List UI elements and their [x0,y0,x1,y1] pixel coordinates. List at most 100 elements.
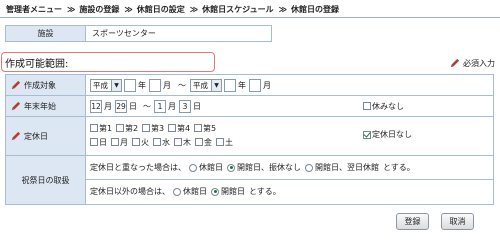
breadcrumb-item-closed-day-schedule[interactable]: 休館日スケジュール [202,4,273,15]
overlap-open-no-sub-option[interactable]: 開館日、振休なし [227,162,301,173]
weekday-sat-checkbox[interactable] [216,138,224,146]
weekday-thu-checkbox[interactable] [174,138,182,146]
month-unit: 月 [104,101,112,111]
closed-day-form: 作成対象 平成▼ 年 月 ～ 平成▼ 年 月 年末年始 12 月 29 日 [5,74,494,205]
breadcrumb-separator: ≫ [124,4,132,14]
tilde: ～ [143,101,151,111]
facility-row: 施設 スポーツセンター [5,25,272,42]
overlap-closed-radio[interactable] [189,163,197,172]
from-month-input[interactable] [149,78,161,92]
to-month-input[interactable] [249,78,261,92]
weekday-wed-option[interactable]: 水 [153,137,174,148]
week-2-option[interactable]: 第2 [116,123,142,134]
week-4-checkbox[interactable] [168,124,176,132]
overlap-open-no-sub-label: 開館日、振休なし [237,163,301,172]
no-closed-day-option[interactable]: 定休日なし [363,129,412,140]
other-open-radio[interactable] [211,187,219,196]
week-2-checkbox[interactable] [116,124,124,132]
weekday-mon-checkbox[interactable] [111,138,119,146]
holiday-other-line: 定休日以外の場合は、 休館日 開館日 とする。 [86,180,493,203]
breadcrumb-item-closed-day-settings[interactable]: 休館日の設定 [137,4,185,15]
overlap-open-next-closed-option[interactable]: 開館日、翌日休館 [305,162,379,173]
breadcrumb-item-admin-menu[interactable]: 管理者メニュー [6,4,62,15]
week-5-option[interactable]: 第5 [194,123,220,134]
closed-day-row: 定休日 第1 第2 第3 第4 第5 日 月 火 水 木 金 土 定休日なし [6,117,493,156]
holiday-overlap-prefix: 定休日と重なった場合は、 [90,163,186,172]
week-4-label: 第4 [177,123,191,133]
breadcrumb-item-facility-register[interactable]: 施設の登録 [79,4,119,15]
from-era-select[interactable]: 平成 ▼ [90,78,122,92]
no-new-year-holiday-option[interactable]: 休みなし [363,101,404,112]
tilde: ～ [178,80,186,90]
weekday-wed-checkbox[interactable] [153,138,161,146]
holiday-row: 祝祭日の取扱 定休日と重なった場合は、 休館日 開館日、振休なし 開館日、翌日休… [6,156,493,204]
weekday-tue-option[interactable]: 火 [132,137,153,148]
closed-day-inputs: 第1 第2 第3 第4 第5 日 月 火 水 木 金 土 定休日なし [86,117,493,155]
week-4-option[interactable]: 第4 [168,123,194,134]
week-checkboxes: 第1 第2 第3 第4 第5 [90,121,493,135]
to-era-select[interactable]: 平成 ▼ [190,78,222,92]
year-unit: 年 [238,80,246,90]
breadcrumb-separator: ≫ [189,4,198,14]
overlap-closed-option[interactable]: 休館日 [189,162,223,173]
month-unit: 月 [168,101,176,111]
other-closed-radio[interactable] [173,187,181,196]
week-3-option[interactable]: 第3 [142,123,168,134]
new-year-label: 年末年始 [24,101,56,111]
period-label-cell: 作成対象 [6,75,86,95]
weekday-fri-checkbox[interactable] [195,138,203,146]
no-closed-day-label: 定休日なし [372,130,412,139]
no-new-year-holiday-checkbox[interactable] [363,102,371,110]
pencil-icon [10,131,21,142]
week-5-label: 第5 [203,123,217,133]
ny-from-day-input[interactable]: 29 [115,99,127,113]
weekday-fri-label: 金 [204,137,212,147]
new-year-label-cell: 年末年始 [6,96,86,116]
holiday-other-prefix: 定休日以外の場合は、 [90,187,170,196]
no-closed-day-checkbox[interactable] [363,130,371,139]
ny-to-month-input[interactable]: 1 [154,99,166,113]
register-button[interactable]: 登録 [396,213,429,230]
new-year-inputs: 12 月 29 日 ～ 1 月 3 日 休みなし [86,96,493,116]
week-1-checkbox[interactable] [90,124,98,132]
period-label: 作成対象 [24,80,56,90]
weekday-sun-label: 日 [99,137,107,147]
breadcrumb-item-current: 休館日の登録 [290,4,339,14]
week-1-label: 第1 [99,123,113,133]
ny-from-month-input[interactable]: 12 [90,99,102,113]
overlap-open-no-sub-radio[interactable] [227,163,235,172]
weekday-sun-option[interactable]: 日 [90,137,111,148]
week-5-checkbox[interactable] [194,124,202,132]
holiday-overlap-line: 定休日と重なった場合は、 休館日 開館日、振休なし 開館日、翌日休館 とする。 [86,156,493,180]
weekday-fri-option[interactable]: 金 [195,137,216,148]
weekday-mon-label: 月 [120,137,128,147]
other-closed-label: 休館日 [183,187,207,196]
holiday-label-cell: 祝祭日の取扱 [6,156,86,204]
no-new-year-holiday-label: 休みなし [372,101,404,111]
weekday-checkboxes: 日 月 火 水 木 金 土 [90,135,493,149]
month-unit: 月 [163,80,171,90]
overlap-open-next-closed-radio[interactable] [305,163,313,172]
other-closed-option[interactable]: 休館日 [173,186,207,197]
weekday-thu-label: 木 [183,137,191,147]
period-row: 作成対象 平成 ▼ 年 月 ～ 平成 ▼ 年 月 [6,75,493,96]
week-3-checkbox[interactable] [142,124,150,132]
weekday-sun-checkbox[interactable] [90,138,98,146]
closed-day-label-cell: 定休日 [6,117,86,155]
weekday-tue-checkbox[interactable] [132,138,140,146]
weekday-thu-option[interactable]: 木 [174,137,195,148]
weekday-mon-option[interactable]: 月 [111,137,132,148]
overlap-closed-label: 休館日 [199,163,223,172]
holiday-label: 祝祭日の取扱 [21,175,70,185]
weekday-sat-option[interactable]: 土 [216,137,237,148]
overlap-open-next-closed-label: 開館日、翌日休館 [315,163,379,172]
to-year-input[interactable] [224,78,236,92]
week-1-option[interactable]: 第1 [90,123,116,134]
ny-to-day-input[interactable]: 3 [179,99,191,113]
required-label: 必須入力 [463,59,495,68]
weekday-wed-label: 水 [162,137,170,147]
other-open-option[interactable]: 開館日 [211,186,245,197]
cancel-button[interactable]: 取消 [441,213,474,230]
from-year-input[interactable] [124,78,136,92]
other-open-label: 開館日 [221,187,245,196]
